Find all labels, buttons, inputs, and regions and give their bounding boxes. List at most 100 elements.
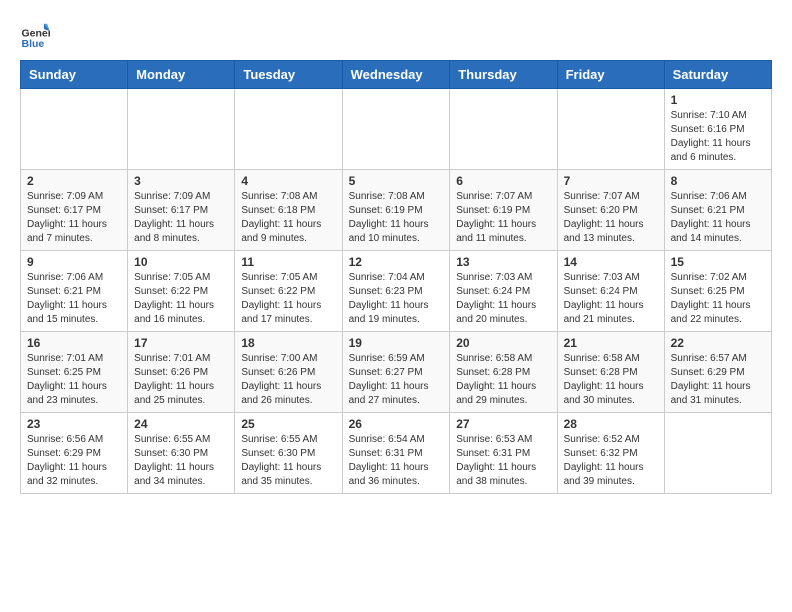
day-info: Sunrise: 6:58 AM Sunset: 6:28 PM Dayligh…: [564, 352, 658, 408]
day-info: Sunrise: 7:06 AM Sunset: 6:21 PM Dayligh…: [671, 190, 765, 246]
week-row-4: 16 Sunrise: 7:01 AM Sunset: 6:25 PM Dayli…: [21, 332, 772, 413]
column-header-saturday: Saturday: [664, 61, 771, 89]
calendar-cell: [21, 89, 128, 170]
calendar-cell: 13Sunrise: 7:03 AM Sunset: 6:24 PM Dayli…: [450, 251, 557, 332]
calendar-cell: 22 Sunrise: 6:57 AM Sunset: 6:29 PM Dayli…: [664, 332, 771, 413]
week-row-3: 9Sunrise: 7:06 AM Sunset: 6:21 PM Daylig…: [21, 251, 772, 332]
calendar-cell: 4Sunrise: 7:08 AM Sunset: 6:18 PM Daylig…: [235, 170, 342, 251]
calendar: SundayMondayTuesdayWednesdayThursdayFrid…: [20, 60, 772, 494]
day-number: 5: [349, 174, 444, 188]
day-number: 24: [134, 417, 228, 431]
column-header-friday: Friday: [557, 61, 664, 89]
day-info: Sunrise: 6:53 AM Sunset: 6:31 PM Dayligh…: [456, 433, 550, 489]
day-number: 14: [564, 255, 658, 269]
day-number: 10: [134, 255, 228, 269]
calendar-cell: 9Sunrise: 7:06 AM Sunset: 6:21 PM Daylig…: [21, 251, 128, 332]
day-number: 28: [564, 417, 658, 431]
day-info: Sunrise: 7:02 AM Sunset: 6:25 PM Dayligh…: [671, 271, 765, 327]
day-info: Sunrise: 7:08 AM Sunset: 6:19 PM Dayligh…: [349, 190, 444, 246]
day-number: 25: [241, 417, 335, 431]
calendar-cell: 11 Sunrise: 7:05 AM Sunset: 6:22 PM Dayli…: [235, 251, 342, 332]
day-info: Sunrise: 7:09 AM Sunset: 6:17 PM Dayligh…: [27, 190, 121, 246]
column-header-monday: Monday: [128, 61, 235, 89]
calendar-cell: 19Sunrise: 6:59 AM Sunset: 6:27 PM Dayli…: [342, 332, 450, 413]
column-header-wednesday: Wednesday: [342, 61, 450, 89]
calendar-cell: 15 Sunrise: 7:02 AM Sunset: 6:25 PM Dayli…: [664, 251, 771, 332]
day-info: Sunrise: 7:01 AM Sunset: 6:25 PM Dayligh…: [27, 352, 121, 408]
calendar-cell: 17 Sunrise: 7:01 AM Sunset: 6:26 PM Dayli…: [128, 332, 235, 413]
logo: General Blue: [20, 20, 50, 50]
calendar-cell: 27 Sunrise: 6:53 AM Sunset: 6:31 PM Dayli…: [450, 413, 557, 494]
calendar-cell: 24 Sunrise: 6:55 AM Sunset: 6:30 PM Dayli…: [128, 413, 235, 494]
calendar-cell: 10 Sunrise: 7:05 AM Sunset: 6:22 PM Dayli…: [128, 251, 235, 332]
day-number: 26: [349, 417, 444, 431]
day-info: Sunrise: 7:09 AM Sunset: 6:17 PM Dayligh…: [134, 190, 228, 246]
day-number: 7: [564, 174, 658, 188]
day-info: Sunrise: 7:04 AM Sunset: 6:23 PM Dayligh…: [349, 271, 444, 327]
week-row-1: 1 Sunrise: 7:10 AM Sunset: 6:16 PM Daylig…: [21, 89, 772, 170]
day-number: 1: [671, 93, 765, 107]
day-number: 22: [671, 336, 765, 350]
day-info: Sunrise: 7:07 AM Sunset: 6:19 PM Dayligh…: [456, 190, 550, 246]
column-header-thursday: Thursday: [450, 61, 557, 89]
calendar-cell: [128, 89, 235, 170]
calendar-cell: [557, 89, 664, 170]
calendar-cell: [664, 413, 771, 494]
calendar-cell: 18 Sunrise: 7:00 AM Sunset: 6:26 PM Dayli…: [235, 332, 342, 413]
day-number: 2: [27, 174, 121, 188]
day-number: 20: [456, 336, 550, 350]
day-info: Sunrise: 6:56 AM Sunset: 6:29 PM Dayligh…: [27, 433, 121, 489]
column-header-tuesday: Tuesday: [235, 61, 342, 89]
day-info: Sunrise: 7:06 AM Sunset: 6:21 PM Dayligh…: [27, 271, 121, 327]
week-row-2: 2 Sunrise: 7:09 AM Sunset: 6:17 PM Daylig…: [21, 170, 772, 251]
day-info: Sunrise: 6:55 AM Sunset: 6:30 PM Dayligh…: [134, 433, 228, 489]
calendar-cell: 25Sunrise: 6:55 AM Sunset: 6:30 PM Dayli…: [235, 413, 342, 494]
day-info: Sunrise: 7:07 AM Sunset: 6:20 PM Dayligh…: [564, 190, 658, 246]
calendar-cell: 5 Sunrise: 7:08 AM Sunset: 6:19 PM Daylig…: [342, 170, 450, 251]
calendar-cell: 12 Sunrise: 7:04 AM Sunset: 6:23 PM Dayli…: [342, 251, 450, 332]
calendar-cell: 2 Sunrise: 7:09 AM Sunset: 6:17 PM Daylig…: [21, 170, 128, 251]
day-info: Sunrise: 7:05 AM Sunset: 6:22 PM Dayligh…: [134, 271, 228, 327]
day-info: Sunrise: 7:01 AM Sunset: 6:26 PM Dayligh…: [134, 352, 228, 408]
calendar-cell: 1 Sunrise: 7:10 AM Sunset: 6:16 PM Daylig…: [664, 89, 771, 170]
calendar-cell: [235, 89, 342, 170]
day-number: 15: [671, 255, 765, 269]
day-number: 12: [349, 255, 444, 269]
day-number: 23: [27, 417, 121, 431]
calendar-cell: 6 Sunrise: 7:07 AM Sunset: 6:19 PM Daylig…: [450, 170, 557, 251]
day-number: 3: [134, 174, 228, 188]
logo-icon: General Blue: [20, 20, 50, 50]
calendar-cell: 23 Sunrise: 6:56 AM Sunset: 6:29 PM Dayli…: [21, 413, 128, 494]
column-header-sunday: Sunday: [21, 61, 128, 89]
calendar-cell: 3 Sunrise: 7:09 AM Sunset: 6:17 PM Daylig…: [128, 170, 235, 251]
day-info: Sunrise: 7:03 AM Sunset: 6:24 PM Dayligh…: [564, 271, 658, 327]
day-number: 21: [564, 336, 658, 350]
svg-text:Blue: Blue: [22, 38, 45, 50]
calendar-cell: [342, 89, 450, 170]
day-number: 16: [27, 336, 121, 350]
calendar-cell: 20Sunrise: 6:58 AM Sunset: 6:28 PM Dayli…: [450, 332, 557, 413]
day-info: Sunrise: 7:00 AM Sunset: 6:26 PM Dayligh…: [241, 352, 335, 408]
day-info: Sunrise: 6:57 AM Sunset: 6:29 PM Dayligh…: [671, 352, 765, 408]
day-number: 19: [349, 336, 444, 350]
day-number: 11: [241, 255, 335, 269]
week-row-5: 23 Sunrise: 6:56 AM Sunset: 6:29 PM Dayli…: [21, 413, 772, 494]
day-info: Sunrise: 7:03 AM Sunset: 6:24 PM Dayligh…: [456, 271, 550, 327]
calendar-cell: 14 Sunrise: 7:03 AM Sunset: 6:24 PM Dayli…: [557, 251, 664, 332]
calendar-cell: 21 Sunrise: 6:58 AM Sunset: 6:28 PM Dayli…: [557, 332, 664, 413]
day-number: 8: [671, 174, 765, 188]
day-number: 17: [134, 336, 228, 350]
calendar-cell: 7 Sunrise: 7:07 AM Sunset: 6:20 PM Daylig…: [557, 170, 664, 251]
day-info: Sunrise: 7:05 AM Sunset: 6:22 PM Dayligh…: [241, 271, 335, 327]
calendar-header-row: SundayMondayTuesdayWednesdayThursdayFrid…: [21, 61, 772, 89]
day-number: 18: [241, 336, 335, 350]
header: General Blue: [20, 20, 772, 50]
day-info: Sunrise: 7:10 AM Sunset: 6:16 PM Dayligh…: [671, 109, 765, 165]
day-number: 6: [456, 174, 550, 188]
day-info: Sunrise: 6:54 AM Sunset: 6:31 PM Dayligh…: [349, 433, 444, 489]
calendar-cell: 16 Sunrise: 7:01 AM Sunset: 6:25 PM Dayli…: [21, 332, 128, 413]
day-info: Sunrise: 7:08 AM Sunset: 6:18 PM Dayligh…: [241, 190, 335, 246]
calendar-cell: 26 Sunrise: 6:54 AM Sunset: 6:31 PM Dayli…: [342, 413, 450, 494]
calendar-cell: 8 Sunrise: 7:06 AM Sunset: 6:21 PM Daylig…: [664, 170, 771, 251]
day-number: 27: [456, 417, 550, 431]
